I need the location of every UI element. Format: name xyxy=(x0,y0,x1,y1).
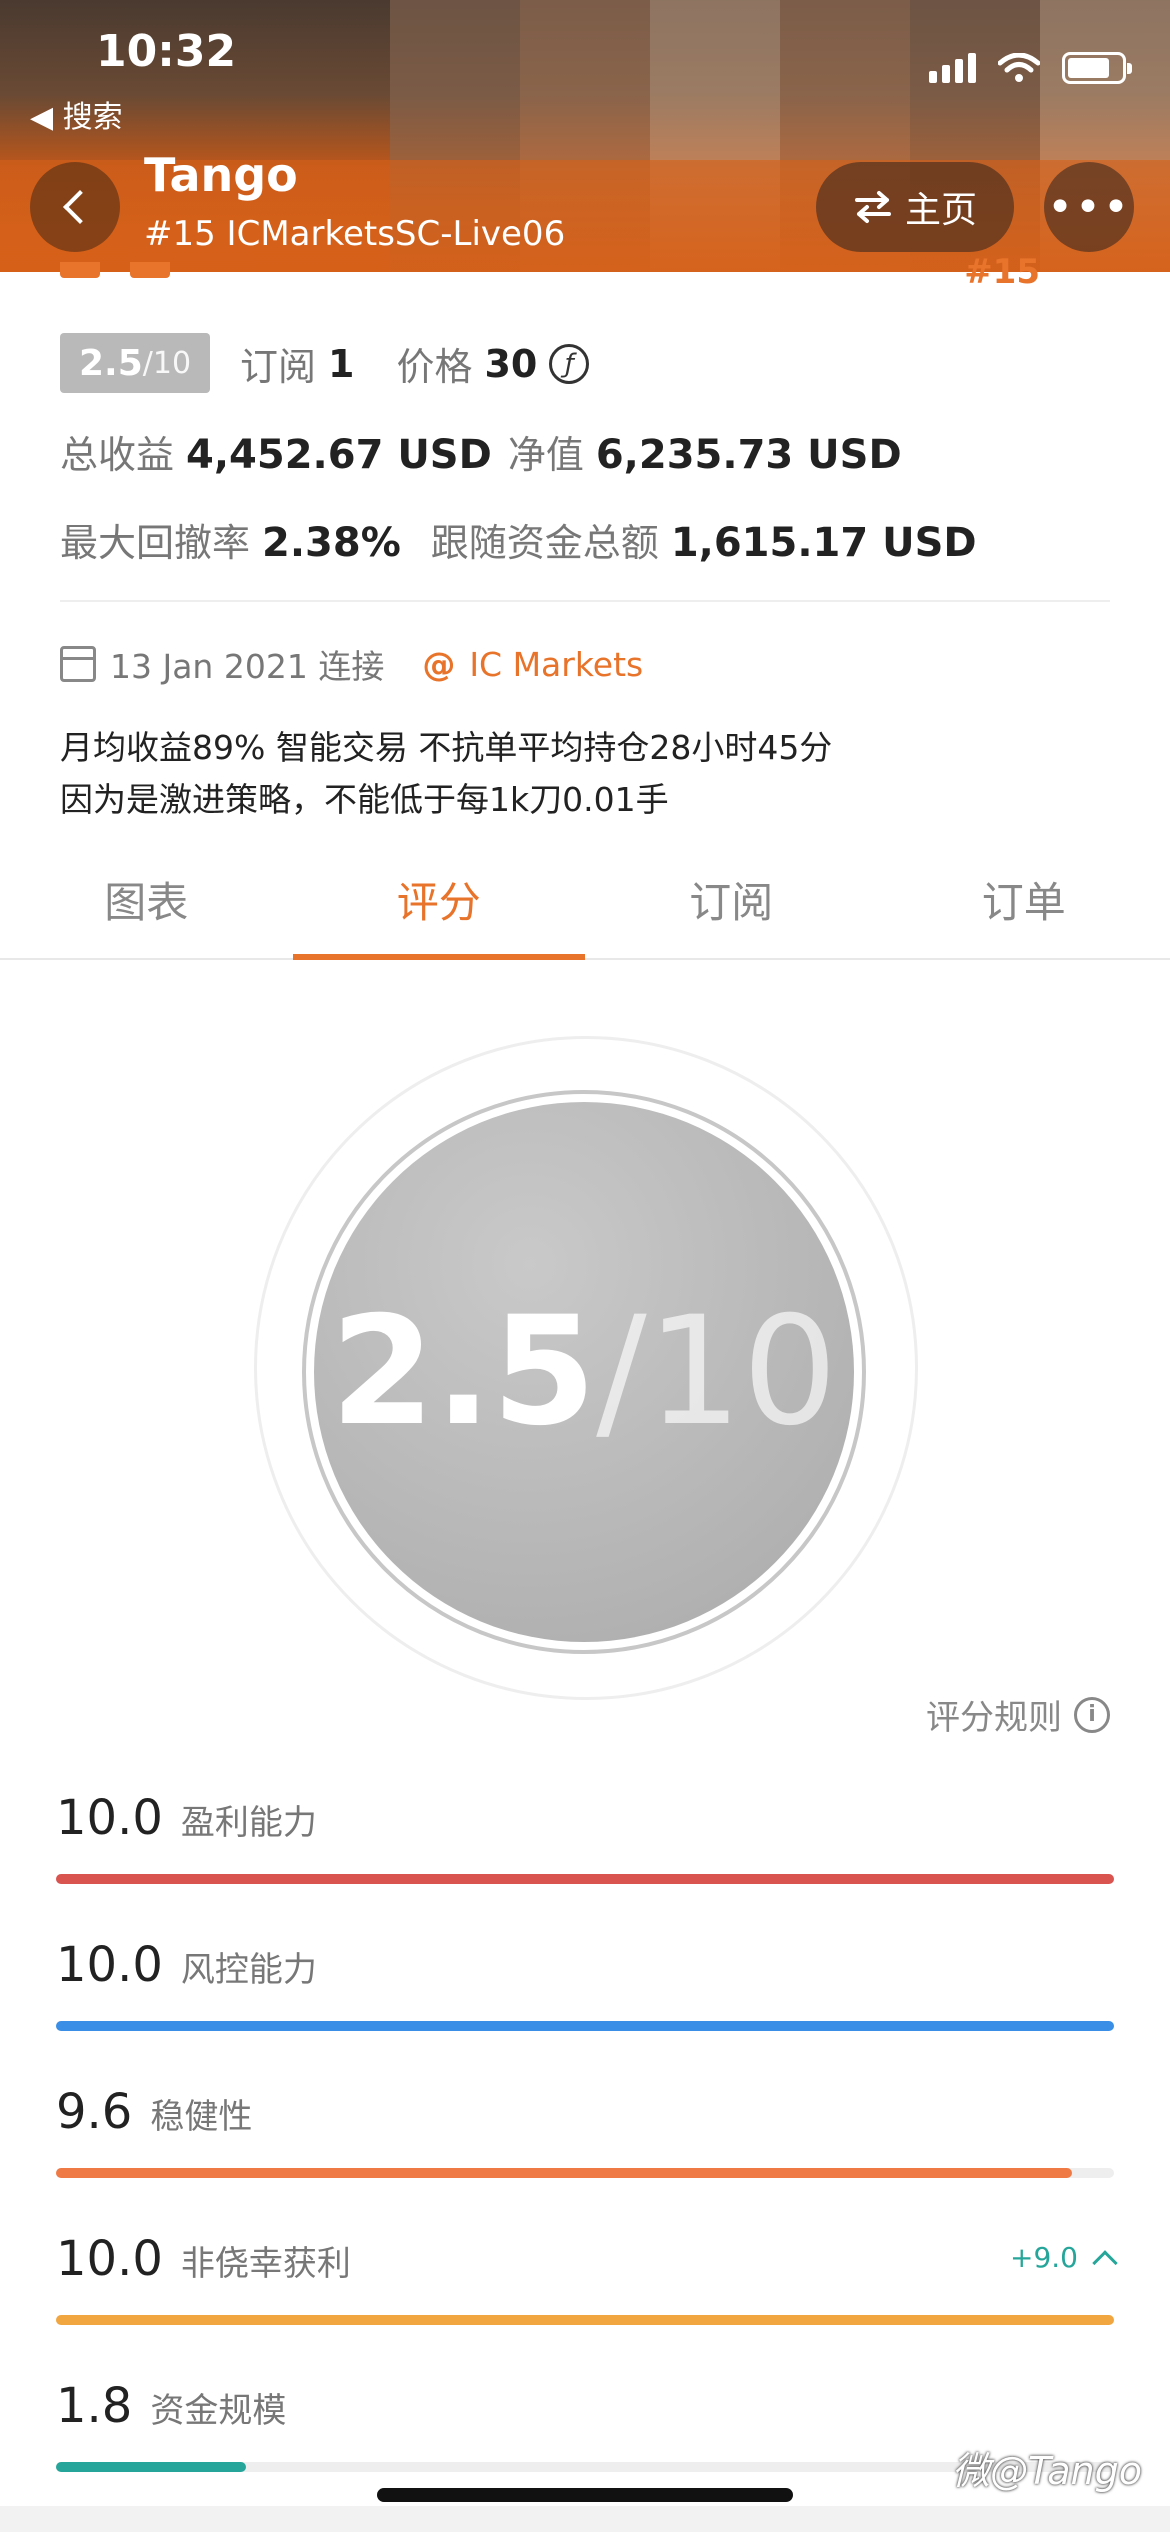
home-button[interactable]: 主页 xyxy=(816,162,1014,252)
max-drawdown-value: 2.38% xyxy=(262,520,401,566)
page-title: Tango xyxy=(144,148,298,202)
swap-arrows-icon xyxy=(854,191,891,223)
tab-orders[interactable]: 订单 xyxy=(878,840,1170,958)
profile-header: 10:32 ◀ 搜索 Tango #15 ICMarketsSC-Live06 … xyxy=(0,0,1170,272)
chevron-up-icon xyxy=(1092,2249,1118,2276)
tab-chart[interactable]: 图表 xyxy=(0,840,293,958)
battery-icon xyxy=(1062,52,1132,84)
strategy-description: 月均收益89% 智能交易 不抗单平均持仓28小时45分 因为是激进策略，不能低于… xyxy=(60,728,833,819)
metric-stability: 9.6 稳健性 xyxy=(56,2084,1114,2178)
more-button[interactable]: ••• xyxy=(1044,162,1134,252)
wifi-icon xyxy=(998,53,1040,82)
metric-bar xyxy=(56,1874,1114,1884)
status-icons xyxy=(929,52,1132,84)
connect-date: 13 Jan 2021 连接 xyxy=(110,647,385,686)
dial-max: /10 xyxy=(596,1285,838,1459)
rating-rules-link[interactable]: 评分规则 i xyxy=(926,1690,1110,1739)
home-button-label: 主页 xyxy=(904,190,977,231)
score-badge: 2.5/10 xyxy=(60,333,210,393)
connection-row: 13 Jan 2021 连接 @ IC Markets xyxy=(60,640,643,688)
at-icon: @ xyxy=(422,644,456,684)
calendar-icon xyxy=(60,646,96,682)
drawdown-row: 最大回撤率 2.38% 跟随资金总额 1,615.17 USD xyxy=(60,520,977,566)
broker-link[interactable]: IC Markets xyxy=(469,645,643,684)
follow-funds-value: 1,615.17 USD xyxy=(670,520,977,566)
price-value: 30 xyxy=(484,341,538,386)
profit-row: 总收益 4,452.67 USD 净值 6,235.73 USD xyxy=(60,432,902,478)
info-icon: i xyxy=(1074,1696,1110,1733)
back-button[interactable] xyxy=(30,162,120,252)
net-value-value: 6,235.73 USD xyxy=(595,432,902,478)
dial-score: 2.5 xyxy=(330,1285,597,1459)
metric-bar xyxy=(56,2021,1114,2031)
account-subtitle: #15 ICMarketsSC-Live06 xyxy=(144,214,566,254)
tab-rating[interactable]: 评分 xyxy=(292,840,586,960)
metric-fund-scale: 1.8 资金规模 xyxy=(56,2378,1114,2472)
total-profit-value: 4,452.67 USD xyxy=(186,432,492,478)
coin-icon: ƒ xyxy=(549,343,590,384)
tab-subscribe[interactable]: 订阅 xyxy=(585,840,878,958)
divider xyxy=(60,600,1110,602)
subscription-price-row: 订阅 1 价格 30 ƒ xyxy=(240,336,590,391)
back-to-search-link[interactable]: ◀ 搜索 xyxy=(30,92,123,136)
score-dial: 2.5/10 xyxy=(314,1102,854,1642)
scrolled-content-peek: #15 xyxy=(60,252,1110,292)
cellular-signal-icon xyxy=(929,53,976,83)
ellipsis-icon: ••• xyxy=(1047,181,1131,233)
metric-risk-control: 10.0 风控能力 xyxy=(56,1937,1114,2031)
watermark: 微@Tango xyxy=(952,2449,1142,2493)
rank-peek: #15 xyxy=(964,252,1040,292)
metric-profitability: 10.0 盈利能力 xyxy=(56,1790,1114,1884)
metric-non-luck-profit[interactable]: 10.0 非侥幸获利 +9.0 xyxy=(56,2231,1118,2325)
status-time: 10:32 xyxy=(96,26,237,77)
tab-bar: 图表 评分 订阅 订单 xyxy=(0,840,1170,960)
subscriber-count: 1 xyxy=(328,341,355,386)
metric-bar xyxy=(56,2315,1114,2325)
home-indicator[interactable] xyxy=(377,2488,793,2502)
metric-delta[interactable]: +9.0 xyxy=(1010,2241,1118,2276)
chevron-left-icon xyxy=(63,190,97,224)
metric-bar xyxy=(56,2168,1114,2178)
